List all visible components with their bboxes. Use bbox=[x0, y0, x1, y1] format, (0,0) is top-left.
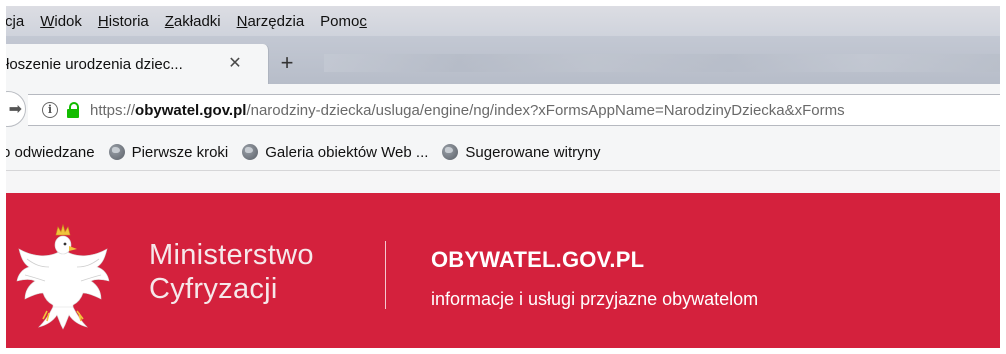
bookmark-first-steps[interactable]: Pierwsze kroki bbox=[108, 144, 228, 161]
globe-icon bbox=[108, 144, 125, 160]
close-tab-icon[interactable]: ✕ bbox=[225, 53, 245, 73]
portal-title-link[interactable]: OBYWATEL.GOV.PL bbox=[431, 247, 644, 273]
url-bar[interactable]: i https://obywatel.gov.pl/narodziny-dzie… bbox=[28, 94, 1000, 126]
new-tab-button[interactable]: + bbox=[272, 48, 302, 78]
menu-bar: cja Widok Historia Zakładki Narzędzia Po… bbox=[6, 6, 1000, 36]
bookmarks-toolbar: o odwiedzane Pierwsze kroki Galeria obie… bbox=[6, 134, 1000, 171]
tab-strip: łoszenie urodzenia dziec... ✕ + bbox=[6, 36, 1000, 84]
lock-icon[interactable] bbox=[66, 102, 80, 118]
portal-subtitle: informacje i usługi przyjazne obywatelom bbox=[431, 289, 759, 309]
polish-eagle-emblem[interactable] bbox=[13, 219, 113, 331]
bookmark-web-gallery[interactable]: Galeria obiektów Web ... bbox=[242, 144, 428, 161]
bookmark-most-visited[interactable]: o odwiedzane bbox=[6, 144, 95, 161]
info-icon[interactable]: i bbox=[42, 102, 58, 118]
back-arrow-icon: ➡ bbox=[8, 101, 22, 118]
tab-active[interactable]: łoszenie urodzenia dziec... ✕ bbox=[6, 44, 269, 84]
url-text: https://obywatel.gov.pl/narodziny-dzieck… bbox=[90, 101, 845, 119]
header-divider bbox=[385, 241, 386, 309]
site-header: Ministerstwo Cyfryzacji OBYWATEL.GOV.PL … bbox=[6, 193, 1000, 348]
browser-window: cja Widok Historia Zakładki Narzędzia Po… bbox=[6, 6, 1000, 348]
bookmark-suggested-sites[interactable]: Sugerowane witryny bbox=[442, 144, 600, 161]
menu-item-narzedzia[interactable]: Narzędzia bbox=[229, 13, 313, 30]
globe-icon bbox=[242, 144, 259, 160]
tab-title: łoszenie urodzenia dziec... bbox=[6, 55, 183, 73]
menu-item-edycja[interactable]: cja bbox=[6, 13, 32, 30]
menu-item-widok[interactable]: Widok bbox=[32, 13, 90, 30]
menu-item-zakladki[interactable]: Zakładki bbox=[157, 13, 229, 30]
globe-icon bbox=[442, 144, 459, 160]
ministry-name: Ministerstwo Cyfryzacji bbox=[149, 239, 314, 305]
menu-item-pomoc[interactable]: Pomoc bbox=[312, 13, 375, 30]
blurred-tabs bbox=[324, 54, 1000, 72]
navigation-bar: i https://obywatel.gov.pl/narodziny-dzie… bbox=[6, 84, 1000, 134]
menu-item-historia[interactable]: Historia bbox=[90, 13, 157, 30]
back-button[interactable]: ➡ bbox=[6, 91, 26, 127]
